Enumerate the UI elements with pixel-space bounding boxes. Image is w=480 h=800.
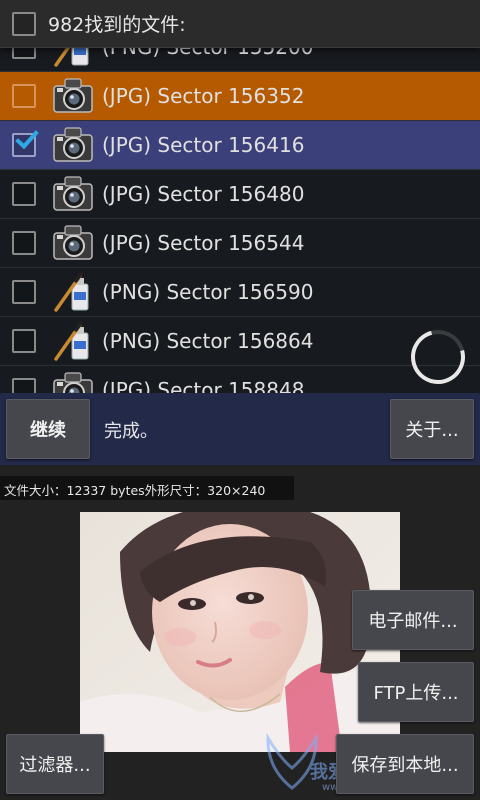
row-checkbox[interactable] [12,124,39,157]
file-info: 文件大小：12337 bytes外形尺寸：320×240 [0,476,294,500]
results-title: 982找到的文件: [48,14,186,36]
camera-icon [50,221,96,265]
camera-icon [50,74,96,118]
camera-icon [50,368,96,393]
select-all-checkbox[interactable] [12,11,36,36]
row-checkbox[interactable] [12,84,36,108]
row-checkbox[interactable] [12,231,36,255]
file-list[interactable]: (PNG) Sector 155200(JPG) Sector 156352(J… [0,23,480,393]
row-checkbox[interactable] [12,280,36,304]
row-checkbox[interactable] [12,378,36,393]
filter-button[interactable]: 过滤器... [6,734,104,794]
paint-tube-icon [50,270,96,314]
camera-icon [50,172,96,216]
file-list-row[interactable]: (JPG) Sector 156544 [0,219,480,268]
about-button[interactable]: 关于... [390,399,474,459]
file-list-row[interactable]: (PNG) Sector 156590 [0,268,480,317]
file-label: (JPG) Sector 158848 [102,378,305,393]
continue-button[interactable]: 继续 [6,399,90,459]
file-label: (JPG) Sector 156416 [102,133,305,157]
file-label: (PNG) Sector 156590 [102,280,314,304]
checkmark-icon [15,124,39,150]
file-list-row[interactable]: (JPG) Sector 156480 [0,170,480,219]
file-label: (JPG) Sector 156480 [102,182,305,206]
file-label: (PNG) Sector 156864 [102,329,314,353]
row-checkbox[interactable] [12,329,36,353]
file-list-row[interactable]: (JPG) Sector 156352 [0,72,480,121]
file-label: (JPG) Sector 156544 [102,231,305,255]
camera-icon [50,123,96,167]
file-label: (JPG) Sector 156352 [102,84,305,108]
paint-tube-icon [50,319,96,363]
email-button[interactable]: 电子邮件... [352,590,474,650]
file-list-row[interactable]: (JPG) Sector 156416 [0,121,480,170]
ftp-upload-button[interactable]: FTP上传... [358,662,474,722]
status-text: 完成。 [104,421,158,442]
results-header: 982找到的文件: [0,0,480,48]
row-checkbox[interactable] [12,182,36,206]
file-list-row[interactable]: (PNG) Sector 156864 [0,317,480,366]
save-local-button[interactable]: 保存到本地... [336,734,474,794]
action-bar: 继续 完成。 关于... [0,393,480,465]
file-list-row[interactable]: (JPG) Sector 158848 [0,366,480,393]
